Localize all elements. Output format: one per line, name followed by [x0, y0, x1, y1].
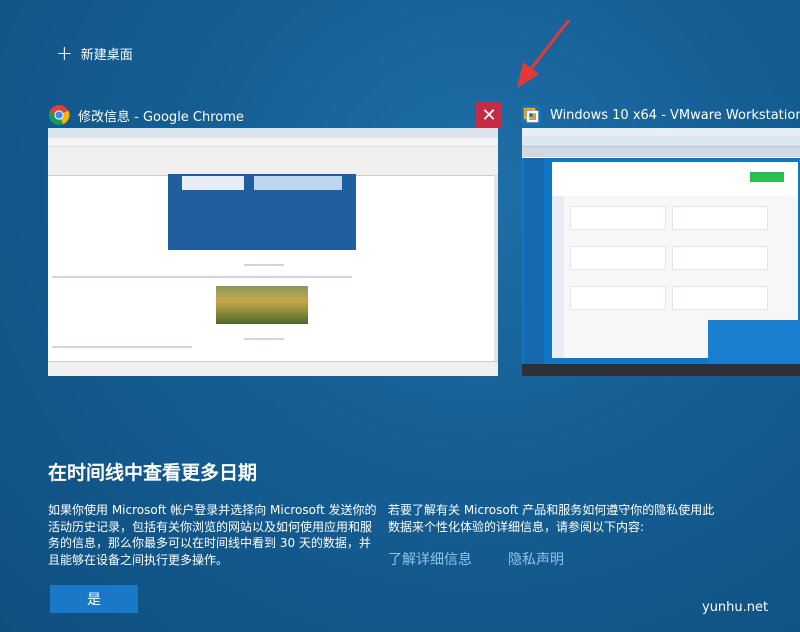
thumbnail-install-button	[750, 172, 784, 182]
chrome-window-thumbnail[interactable]	[48, 128, 498, 376]
thumbnail-tab-strip	[48, 128, 498, 138]
thumbnail-blue-banner	[168, 174, 356, 250]
privacy-statement-link[interactable]: 隐私声明	[508, 549, 564, 569]
thumbnail-app-card	[672, 206, 768, 230]
new-desktop-button[interactable]: + 新建桌面	[56, 42, 133, 64]
thumbnail-scrollbar	[494, 174, 498, 362]
close-icon: ✕	[481, 104, 497, 126]
vmware-icon	[521, 105, 541, 125]
thumbnail-app-card	[570, 246, 666, 270]
timeline-heading: 在时间线中查看更多日期	[48, 462, 258, 484]
thumbnail-editor-toolbar	[48, 147, 498, 176]
thumbnail-text-line	[52, 346, 192, 348]
thumbnail-desktop-icons	[524, 158, 544, 364]
thumbnail-menu-bar	[522, 128, 800, 136]
new-desktop-label: 新建桌面	[80, 47, 133, 63]
close-window-button[interactable]: ✕	[476, 102, 502, 128]
yes-button[interactable]: 是	[50, 585, 138, 613]
thumbnail-vm-desktop	[522, 158, 800, 364]
chrome-window-title[interactable]: 修改信息 - Google Chrome	[48, 102, 244, 128]
thumbnail-banner-image	[182, 176, 244, 190]
thumbnail-text-line	[52, 276, 352, 278]
thumbnail-app-card	[570, 206, 666, 230]
red-arrow-icon	[517, 19, 571, 88]
thumbnail-app-card	[672, 286, 768, 310]
privacy-description: 若要了解有关 Microsoft 产品和服务如何遵守你的隐私使用此数据来个性化体…	[388, 503, 715, 534]
thumbnail-cleanup-popup	[708, 320, 800, 364]
thumbnail-address-bar	[48, 138, 498, 147]
thumbnail-toolbar	[522, 136, 800, 147]
thumbnail-status-bar	[48, 361, 498, 376]
chrome-window-title-text: 修改信息 - Google Chrome	[78, 109, 244, 125]
chrome-icon	[49, 105, 70, 125]
watermark-text: yunhu.net	[702, 600, 769, 615]
thumbnail-photo	[216, 286, 308, 324]
vmware-window-title-text: Windows 10 x64 - VMware Workstation	[550, 107, 800, 123]
thumbnail-app-card	[672, 246, 768, 270]
thumbnail-app-card	[570, 286, 666, 310]
learn-more-link[interactable]: 了解详细信息	[388, 549, 472, 569]
thumbnail-banner-image	[254, 176, 342, 190]
timeline-description: 如果你使用 Microsoft 帐户登录并选择向 Microsoft 发送你的活…	[48, 503, 377, 567]
thumbnail-text-line	[244, 338, 284, 340]
vmware-window-title[interactable]: Windows 10 x64 - VMware Workstation	[520, 102, 800, 128]
thumbnail-vm-taskbar	[522, 364, 800, 376]
thumbnail-text-line	[244, 264, 284, 266]
vmware-window-thumbnail[interactable]	[522, 128, 800, 376]
plus-icon: +	[56, 41, 73, 65]
thumbnail-vm-tab	[522, 147, 800, 157]
thumbnail-app-header	[552, 162, 798, 196]
thumbnail-app-sidebar	[552, 196, 564, 358]
